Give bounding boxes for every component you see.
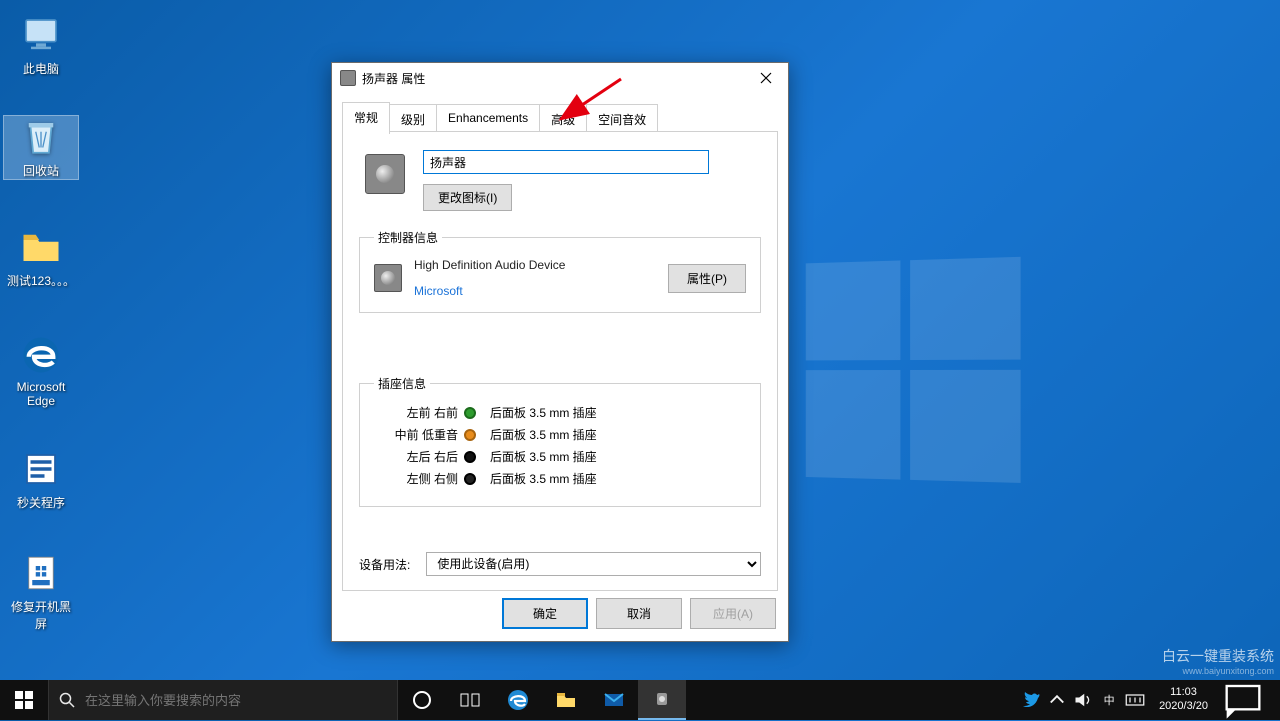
- cancel-button[interactable]: 取消: [596, 598, 682, 629]
- desktop-icon-label: 此电脑: [4, 60, 78, 77]
- desktop-icon-this-pc[interactable]: 此电脑: [4, 14, 78, 77]
- tray-ime-indicator[interactable]: 中: [1099, 690, 1119, 710]
- window-title: 扬声器 属性: [362, 70, 743, 87]
- edge-icon: [20, 334, 62, 376]
- taskbar-search[interactable]: [48, 680, 398, 720]
- desktop-icon-test-folder[interactable]: 测试123。。。: [4, 226, 78, 289]
- tab-general[interactable]: 常规: [342, 102, 390, 134]
- jack-color-icon: [464, 451, 476, 463]
- taskbar: 中 11:03 2020/3/20: [0, 680, 1280, 720]
- controller-name: High Definition Audio Device: [414, 258, 656, 272]
- tray-time: 11:03: [1159, 686, 1208, 700]
- jack-row: 中前 低重音 后面板 3.5 mm 插座: [374, 426, 746, 443]
- tab-panel-general: 更改图标(I) 控制器信息 High Definition Audio Devi…: [342, 131, 778, 591]
- desktop-icon-recycle-bin[interactable]: 回收站: [4, 116, 78, 179]
- desktop-icon-quick-close[interactable]: 秒关程序: [4, 448, 78, 511]
- jack-row: 左后 右后 后面板 3.5 mm 插座: [374, 448, 746, 465]
- jack-color-icon: [464, 429, 476, 441]
- tray-chevron-up-icon[interactable]: [1047, 690, 1067, 710]
- titlebar[interactable]: 扬声器 属性: [332, 63, 788, 93]
- jack-description: 后面板 3.5 mm 插座: [490, 426, 746, 443]
- jack-description: 后面板 3.5 mm 插座: [490, 470, 746, 487]
- speaker-properties-dialog: 扬声器 属性 常规 级别 Enhancements 高级 空间音效 更改图标(I…: [331, 62, 789, 642]
- taskbar-sound-settings[interactable]: [638, 680, 686, 720]
- desktop-icon-edge[interactable]: MicrosoftEdge: [4, 334, 78, 408]
- jack-color-icon: [464, 407, 476, 419]
- jack-description: 后面板 3.5 mm 插座: [490, 404, 746, 421]
- jack-description: 后面板 3.5 mm 插座: [490, 448, 746, 465]
- jack-label: 左侧 右侧: [374, 470, 458, 487]
- ok-button[interactable]: 确定: [502, 598, 588, 629]
- folder-icon: [20, 226, 62, 268]
- tray-notifications[interactable]: [1222, 679, 1264, 721]
- tray-date: 2020/3/20: [1159, 700, 1208, 714]
- controller-properties-button[interactable]: 属性(P): [668, 264, 746, 293]
- taskbar-explorer[interactable]: [542, 680, 590, 720]
- apply-button[interactable]: 应用(A): [690, 598, 776, 629]
- taskbar-edge[interactable]: [494, 680, 542, 720]
- speaker-icon: [340, 70, 356, 86]
- jack-label: 左前 右前: [374, 404, 458, 421]
- jack-info-group: 插座信息 左前 右前后面板 3.5 mm 插座中前 低重音后面板 3.5 mm …: [359, 375, 761, 507]
- device-name-input[interactable]: [423, 150, 709, 174]
- desktop-icon-label: 修复开机黑屏: [4, 598, 78, 632]
- this-pc-icon: [20, 14, 62, 56]
- device-usage-select[interactable]: 使用此设备(启用): [426, 552, 761, 576]
- desktop-icon-label: 回收站: [4, 162, 78, 179]
- desktop-icon-repair[interactable]: 修复开机黑屏: [4, 552, 78, 632]
- search-input[interactable]: [85, 693, 387, 708]
- controller-vendor: Microsoft: [414, 284, 656, 298]
- tray-twitter-icon[interactable]: [1021, 690, 1041, 710]
- jack-label: 左后 右后: [374, 448, 458, 465]
- change-icon-button[interactable]: 更改图标(I): [423, 184, 512, 211]
- controller-info-group: 控制器信息 High Definition Audio Device Micro…: [359, 229, 761, 313]
- device-usage-label: 设备用法:: [359, 556, 410, 573]
- jack-legend: 插座信息: [374, 375, 430, 392]
- controller-icon: [374, 264, 402, 292]
- taskbar-cortana[interactable]: [398, 680, 446, 720]
- taskbar-mail[interactable]: [590, 680, 638, 720]
- close-button[interactable]: [743, 63, 788, 93]
- jack-row: 左前 右前 后面板 3.5 mm 插座: [374, 404, 746, 421]
- tray-clock[interactable]: 11:03 2020/3/20: [1151, 686, 1216, 714]
- desktop-icon-label: MicrosoftEdge: [4, 380, 78, 408]
- start-button[interactable]: [0, 680, 48, 720]
- jack-color-icon: [464, 473, 476, 485]
- app-icon: [20, 448, 62, 490]
- system-tray: 中 11:03 2020/3/20: [1017, 680, 1280, 720]
- tray-keyboard-icon[interactable]: [1125, 690, 1145, 710]
- watermark: 白云一键重装系统 www.baiyunxitong.com: [1162, 646, 1274, 676]
- jack-label: 中前 低重音: [374, 426, 458, 443]
- device-large-icon: [365, 154, 405, 194]
- taskbar-taskview[interactable]: [446, 680, 494, 720]
- controller-legend: 控制器信息: [374, 229, 442, 246]
- desktop-icon-label: 测试123。。。: [4, 272, 78, 289]
- dialog-button-row: 确定 取消 应用(A): [502, 598, 776, 629]
- repair-icon: [20, 552, 62, 594]
- jack-row: 左侧 右侧 后面板 3.5 mm 插座: [374, 470, 746, 487]
- search-icon: [59, 692, 75, 708]
- tray-sound-icon[interactable]: [1073, 690, 1093, 710]
- recycle-bin-icon: [20, 116, 62, 158]
- desktop-icon-label: 秒关程序: [4, 494, 78, 511]
- windows-logo-bg: [806, 256, 1031, 493]
